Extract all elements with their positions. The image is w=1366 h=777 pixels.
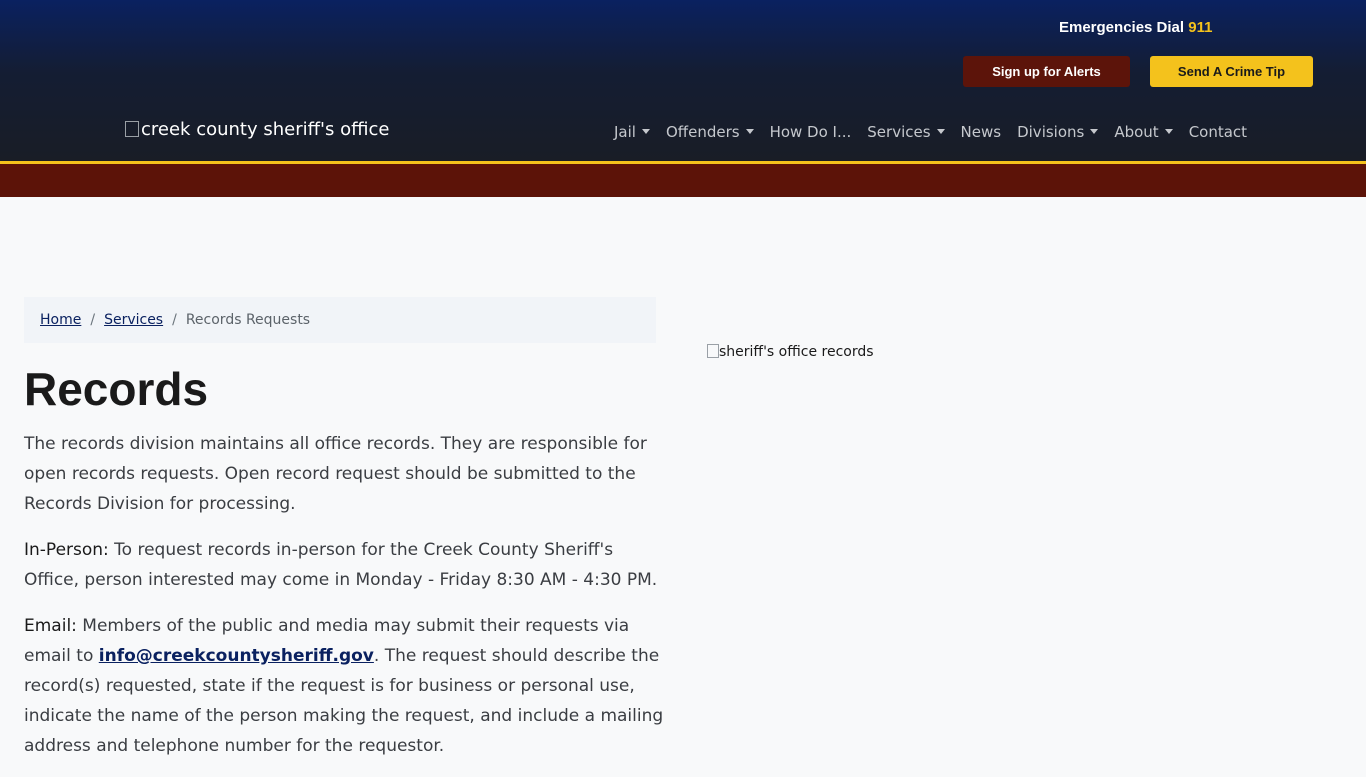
nav-item-label: Divisions xyxy=(1017,123,1085,141)
nav-item-divisions[interactable]: Divisions xyxy=(1009,123,1106,141)
nav-item-services[interactable]: Services xyxy=(859,123,952,141)
nav-item-label: Offenders xyxy=(665,123,740,141)
site-logo[interactable]: creek county sheriff's office xyxy=(125,119,389,140)
records-image-alt: sheriff's office records xyxy=(719,344,874,360)
email-paragraph: Email: Members of the public and media m… xyxy=(24,611,664,761)
broken-image-icon xyxy=(125,121,139,137)
page-title: Records xyxy=(24,363,209,415)
caret-down-icon xyxy=(936,129,945,134)
nav-item-how-do-i[interactable]: How Do I... xyxy=(762,123,860,141)
nav-item-offenders[interactable]: Offenders xyxy=(658,123,762,141)
nav-item-label: Jail xyxy=(614,123,636,141)
intro-paragraph: The records division maintains all offic… xyxy=(24,434,647,514)
nav-item-label: How Do I... xyxy=(769,123,852,141)
records-image: sheriff's office records xyxy=(707,344,874,360)
nav-item-label: Contact xyxy=(1188,123,1248,141)
broken-image-icon xyxy=(707,344,719,358)
header-accent-band xyxy=(0,164,1366,197)
breadcrumb-separator: / xyxy=(172,312,177,328)
nav-item-news[interactable]: News xyxy=(953,123,1010,141)
records-content: The records division maintains all offic… xyxy=(24,429,664,777)
emergency-notice: Emergencies Dial 911 xyxy=(1059,19,1212,36)
emergency-number[interactable]: 911 xyxy=(1188,19,1212,36)
nav-item-contact[interactable]: Contact xyxy=(1181,123,1255,141)
nav-item-about[interactable]: About xyxy=(1106,123,1180,141)
site-header: Emergencies Dial 911 Sign up for Alerts … xyxy=(0,0,1366,164)
email-label: Email: xyxy=(24,616,77,636)
nav-item-jail[interactable]: Jail xyxy=(606,123,658,141)
emergency-label: Emergencies Dial xyxy=(1059,19,1185,36)
breadcrumb: Home / Services / Records Requests xyxy=(24,297,656,343)
email-link[interactable]: info@creekcountysheriff.gov xyxy=(99,646,374,666)
breadcrumb-home-link[interactable]: Home xyxy=(40,312,81,328)
caret-down-icon xyxy=(1164,129,1173,134)
breadcrumb-services-link[interactable]: Services xyxy=(104,312,163,328)
in-person-label: In-Person: xyxy=(24,540,109,560)
caret-down-icon xyxy=(641,129,650,134)
send-crime-tip-button[interactable]: Send A Crime Tip xyxy=(1150,56,1313,87)
nav-item-label: About xyxy=(1114,123,1159,141)
in-person-paragraph: In-Person: To request records in-person … xyxy=(24,535,664,595)
in-person-text: To request records in-person for the Cre… xyxy=(24,540,658,590)
sign-up-alerts-button[interactable]: Sign up for Alerts xyxy=(963,56,1130,87)
caret-down-icon xyxy=(745,129,754,134)
caret-down-icon xyxy=(1090,129,1099,134)
nav-item-label: Services xyxy=(867,123,931,141)
logo-alt-text: creek county sheriff's office xyxy=(141,119,390,140)
main-nav: Jail Offenders How Do I... Services News… xyxy=(606,123,1255,141)
breadcrumb-separator: / xyxy=(90,312,96,328)
breadcrumb-current: Records Requests xyxy=(185,312,311,328)
nav-item-label: News xyxy=(960,123,1002,141)
